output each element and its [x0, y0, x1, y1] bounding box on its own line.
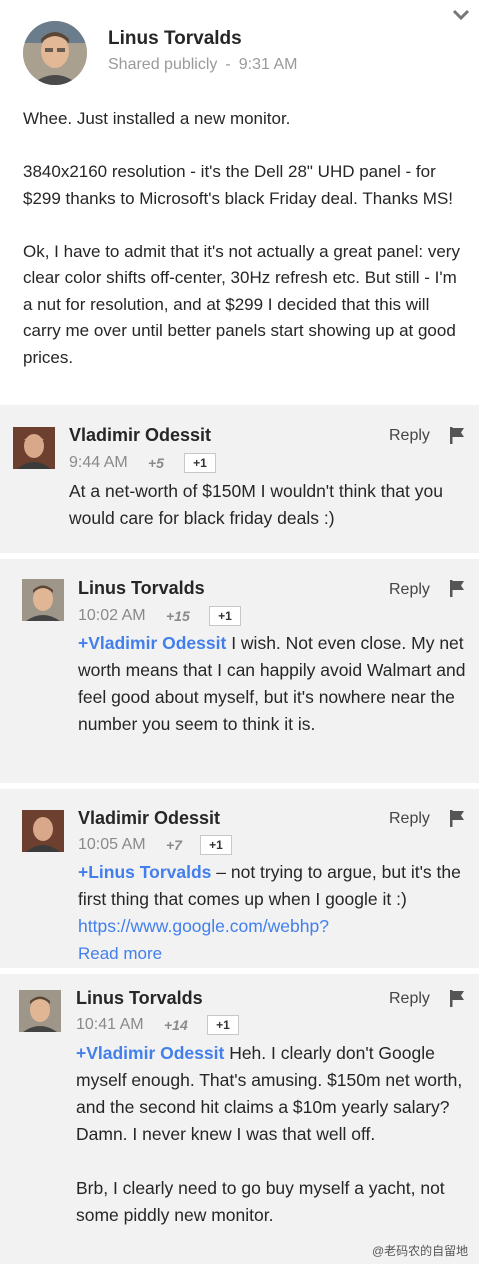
- author-avatar[interactable]: [23, 21, 87, 85]
- reply-button[interactable]: Reply: [389, 427, 430, 445]
- comment-time[interactable]: 10:41 AM: [76, 1016, 144, 1034]
- avatar[interactable]: [13, 427, 55, 469]
- post-paragraph: Whee. Just installed a new monitor.: [23, 109, 291, 128]
- mention-link[interactable]: +Vladimir Odessit: [78, 633, 226, 653]
- comment-author[interactable]: Linus Torvalds: [76, 988, 203, 1009]
- comment-body-paragraph: Brb, I clearly need to go buy myself a y…: [76, 1178, 445, 1225]
- post-paragraph: 3840x2160 resolution - it's the Dell 28"…: [23, 162, 454, 208]
- reply-button[interactable]: Reply: [389, 810, 430, 828]
- plusone-button[interactable]: +1: [207, 1015, 239, 1035]
- comment-time[interactable]: 10:05 AM: [78, 836, 146, 854]
- comment-author[interactable]: Vladimir Odessit: [69, 425, 211, 446]
- mention-link[interactable]: +Linus Torvalds: [78, 862, 211, 882]
- flag-icon[interactable]: [447, 808, 467, 828]
- flag-icon[interactable]: [447, 578, 467, 598]
- comment-body: At a net-worth of $150M I wouldn't think…: [69, 481, 443, 528]
- meta-separator: -: [225, 56, 231, 73]
- comment-text: +Linus Torvalds – not trying to argue, b…: [78, 859, 473, 940]
- url-link[interactable]: https://www.google.com/webhp?: [78, 916, 329, 936]
- post-paragraph: Ok, I have to admit that it's not actual…: [23, 241, 460, 367]
- plusone-button[interactable]: +1: [200, 835, 232, 855]
- comment: Vladimir Odessit Reply 9:44 AM +5 +1 At …: [0, 405, 479, 553]
- comment-time[interactable]: 9:44 AM: [69, 454, 128, 472]
- plus-count: +15: [166, 608, 190, 624]
- comment-text: +Vladimir Odessit I wish. Not even close…: [78, 630, 473, 758]
- comment-author[interactable]: Vladimir Odessit: [78, 808, 220, 829]
- plus-count: +14: [164, 1017, 188, 1033]
- comment-time[interactable]: 10:02 AM: [78, 607, 146, 625]
- plusone-button[interactable]: +1: [184, 453, 216, 473]
- flag-icon[interactable]: [447, 425, 467, 445]
- flag-icon[interactable]: [447, 988, 467, 1008]
- plus-count: +5: [148, 455, 164, 471]
- avatar[interactable]: [19, 990, 61, 1032]
- avatar[interactable]: [22, 810, 64, 852]
- comment-text: +Vladimir Odessit Heh. I clearly don't G…: [76, 1040, 471, 1229]
- avatar[interactable]: [22, 579, 64, 621]
- post-body: Whee. Just installed a new monitor. 3840…: [23, 106, 463, 398]
- comment-author[interactable]: Linus Torvalds: [78, 578, 205, 599]
- mention-link[interactable]: +Vladimir Odessit: [76, 1043, 224, 1063]
- read-more-link[interactable]: Read more: [78, 944, 162, 964]
- comment: Vladimir Odessit Reply 10:05 AM +7 +1 +L…: [0, 789, 479, 968]
- post-meta: Shared publicly -9:31 AM: [108, 56, 297, 74]
- post-visibility: Shared publicly: [108, 56, 218, 73]
- plus-count: +7: [166, 837, 182, 853]
- reply-button[interactable]: Reply: [389, 581, 430, 599]
- comment: Linus Torvalds Reply 10:02 AM +15 +1 +Vl…: [0, 559, 479, 783]
- comment-text: At a net-worth of $150M I wouldn't think…: [69, 478, 464, 532]
- chevron-down-icon[interactable]: [452, 8, 470, 22]
- watermark: @老码农的自留地: [372, 1244, 469, 1258]
- original-post: Linus Torvalds Shared publicly -9:31 AM W…: [0, 0, 479, 404]
- comment: Linus Torvalds Reply 10:41 AM +14 +1 +Vl…: [0, 974, 479, 1264]
- reply-button[interactable]: Reply: [389, 990, 430, 1008]
- post-author-name[interactable]: Linus Torvalds: [108, 28, 242, 50]
- plusone-button[interactable]: +1: [209, 606, 241, 626]
- post-time[interactable]: 9:31 AM: [239, 56, 298, 73]
